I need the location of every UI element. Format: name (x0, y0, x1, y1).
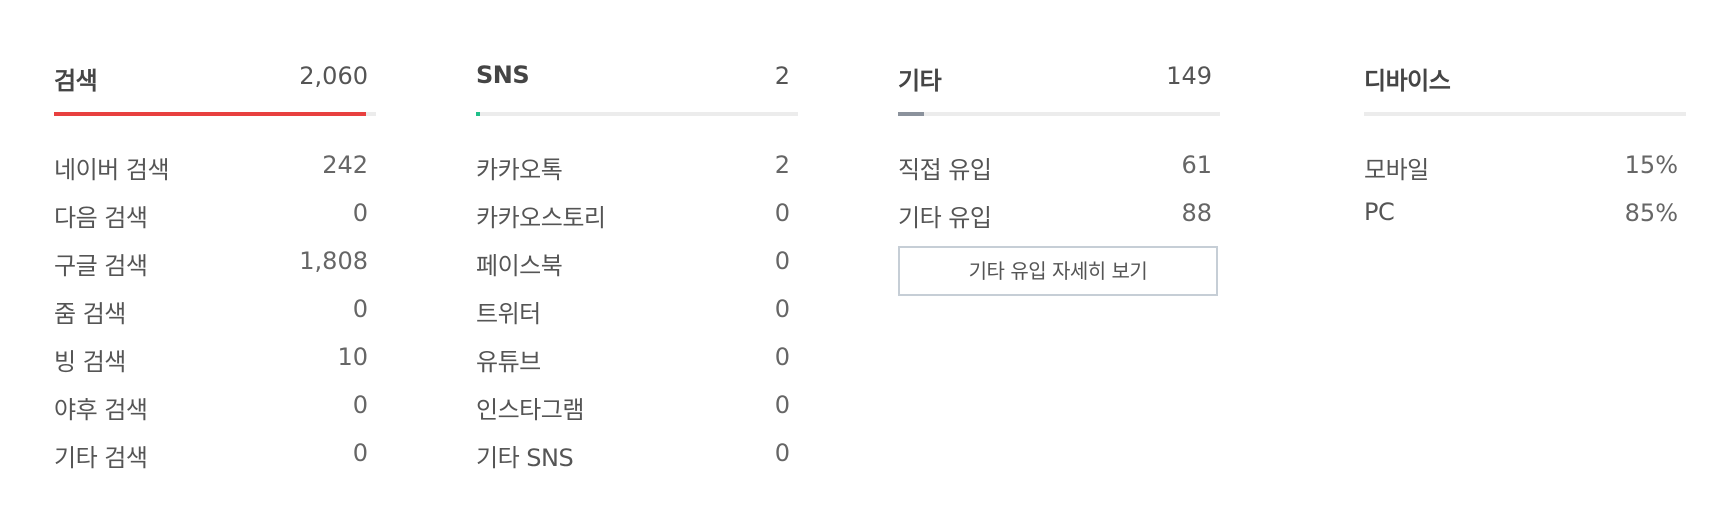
etc-progress-track (898, 112, 1220, 116)
sns-source-label: 트위터 (476, 300, 541, 328)
device-label: PC (1364, 198, 1395, 226)
list-item: 다음 검색 0 (54, 188, 376, 236)
device-share: 85% (1624, 199, 1678, 227)
list-item: PC 85% (1364, 188, 1686, 236)
etc-source-value: 88 (1181, 199, 1212, 227)
etc-progress-fill (898, 112, 924, 116)
sns-source-value: 0 (774, 199, 790, 227)
sns-source-value: 0 (774, 343, 790, 371)
search-source-label: 구글 검색 (54, 252, 148, 280)
search-source-list: 네이버 검색 242 다음 검색 0 구글 검색 1,808 줌 검색 0 빙 … (54, 140, 376, 476)
list-item: 직접 유입 61 (898, 140, 1220, 188)
sns-panel: SNS 2 카카오톡 2 카카오스토리 0 페이스북 0 트위터 0 유튜브 0… (476, 58, 798, 472)
etc-source-value: 61 (1181, 151, 1212, 179)
etc-panel-header: 기타 149 (898, 58, 1220, 95)
device-panel: 디바이스 모바일 15% PC 85% (1364, 58, 1686, 227)
search-source-label: 줌 검색 (54, 300, 126, 328)
sns-progress-track (476, 112, 798, 116)
sns-source-label: 유튜브 (476, 348, 541, 376)
etc-panel: 기타 149 직접 유입 61 기타 유입 88 기타 유입 자세히 보기 (898, 58, 1220, 296)
search-panel-title: 검색 (54, 67, 98, 95)
etc-source-label: 직접 유입 (898, 156, 992, 184)
list-item: 야후 검색 0 (54, 380, 376, 428)
search-source-label: 다음 검색 (54, 204, 148, 232)
sns-source-value: 0 (774, 439, 790, 467)
device-share: 15% (1624, 151, 1678, 179)
search-panel-total: 2,060 (299, 62, 368, 90)
sns-progress-fill (476, 112, 480, 116)
search-progress-fill (54, 112, 366, 116)
sns-source-value: 0 (774, 391, 790, 419)
sns-source-label: 페이스북 (476, 252, 563, 280)
search-source-label: 빙 검색 (54, 348, 126, 376)
search-source-label: 야후 검색 (54, 396, 148, 424)
etc-panel-title: 기타 (898, 67, 942, 95)
sns-source-value: 2 (774, 151, 790, 179)
etc-source-label: 기타 유입 (898, 204, 992, 232)
list-item: 기타 SNS 0 (476, 428, 798, 476)
sns-panel-title: SNS (476, 61, 530, 89)
list-item: 카카오톡 2 (476, 140, 798, 188)
list-item: 네이버 검색 242 (54, 140, 376, 188)
device-divider-track (1364, 112, 1686, 116)
device-panel-header: 디바이스 (1364, 58, 1686, 95)
search-source-value: 0 (352, 439, 368, 467)
list-item: 카카오스토리 0 (476, 188, 798, 236)
device-label: 모바일 (1364, 156, 1429, 184)
etc-panel-total: 149 (1166, 62, 1212, 90)
list-item: 페이스북 0 (476, 236, 798, 284)
list-item: 트위터 0 (476, 284, 798, 332)
sns-source-label: 인스타그램 (476, 396, 584, 424)
search-source-value: 10 (337, 343, 368, 371)
list-item: 구글 검색 1,808 (54, 236, 376, 284)
search-panel-header: 검색 2,060 (54, 58, 376, 95)
sns-source-label: 기타 SNS (476, 444, 574, 472)
list-item: 줌 검색 0 (54, 284, 376, 332)
device-list: 모바일 15% PC 85% (1364, 140, 1686, 236)
etc-source-list: 직접 유입 61 기타 유입 88 (898, 140, 1220, 236)
search-source-label: 기타 검색 (54, 444, 148, 472)
search-source-value: 242 (322, 151, 368, 179)
sns-panel-total: 2 (774, 62, 790, 90)
sns-source-value: 0 (774, 247, 790, 275)
device-panel-title: 디바이스 (1364, 67, 1451, 95)
list-item: 유튜브 0 (476, 332, 798, 380)
sns-source-value: 0 (774, 295, 790, 323)
list-item: 모바일 15% (1364, 140, 1686, 188)
etc-detail-button[interactable]: 기타 유입 자세히 보기 (898, 246, 1218, 296)
sns-panel-header: SNS 2 (476, 58, 798, 90)
search-source-value: 1,808 (299, 247, 368, 275)
search-panel: 검색 2,060 네이버 검색 242 다음 검색 0 구글 검색 1,808 … (54, 58, 376, 472)
search-source-value: 0 (352, 295, 368, 323)
sns-source-label: 카카오스토리 (476, 204, 606, 232)
list-item: 기타 검색 0 (54, 428, 376, 476)
list-item: 기타 유입 88 (898, 188, 1220, 236)
search-progress-track (54, 112, 376, 116)
search-source-value: 0 (352, 199, 368, 227)
list-item: 빙 검색 10 (54, 332, 376, 380)
search-source-label: 네이버 검색 (54, 156, 170, 184)
list-item: 인스타그램 0 (476, 380, 798, 428)
sns-source-list: 카카오톡 2 카카오스토리 0 페이스북 0 트위터 0 유튜브 0 인스타그램… (476, 140, 798, 476)
sns-source-label: 카카오톡 (476, 156, 563, 184)
search-source-value: 0 (352, 391, 368, 419)
